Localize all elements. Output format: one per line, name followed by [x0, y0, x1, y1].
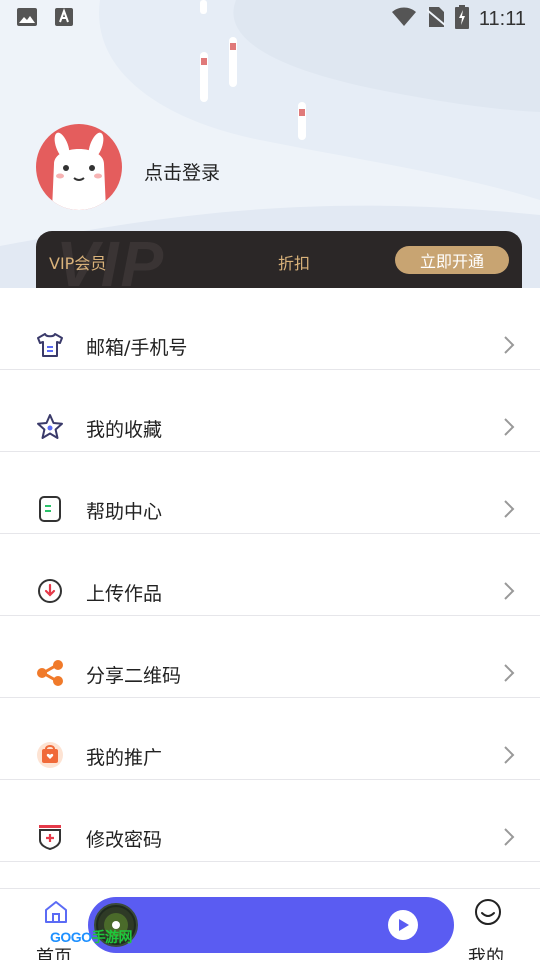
- play-icon: [399, 919, 409, 931]
- menu-item-help-center[interactable]: 帮助中心: [0, 452, 540, 534]
- chevron-right-icon: [504, 582, 515, 600]
- clock: 11:11: [478, 7, 526, 30]
- tab-mine[interactable]: 我的: [462, 897, 514, 960]
- no-sim-icon: [426, 6, 446, 32]
- promotion-bag-icon: [36, 741, 64, 769]
- image-icon: [16, 7, 38, 31]
- star-icon: [36, 413, 64, 441]
- watermark-text: GOGO: [50, 929, 92, 945]
- tab-mine-label: 我的: [468, 947, 504, 960]
- bottom-navigation: 首页 我的: [0, 888, 540, 960]
- home-icon: [45, 901, 67, 923]
- menu-item-my-promotion[interactable]: 我的推广: [0, 698, 540, 780]
- chevron-right-icon: [504, 336, 515, 354]
- chevron-right-icon: [504, 500, 515, 518]
- share-icon: [36, 659, 64, 687]
- activate-vip-button[interactable]: 立即开通: [395, 246, 509, 274]
- avatar[interactable]: [36, 124, 122, 210]
- chevron-right-icon: [504, 418, 515, 436]
- menu-item-label: 上传作品: [86, 583, 163, 605]
- status-bar: 11:11: [0, 0, 540, 36]
- site-watermark: GOGO手游网: [50, 927, 133, 947]
- chevron-right-icon: [504, 828, 515, 846]
- menu-item-upload-works[interactable]: 上传作品: [0, 534, 540, 616]
- vip-discount-label: 折扣: [278, 254, 311, 273]
- menu-item-share-qrcode[interactable]: 分享二维码: [0, 616, 540, 698]
- shield-plus-icon: [36, 823, 64, 851]
- alpaca-avatar-icon: [52, 132, 106, 210]
- menu-item-label: 我的收藏: [86, 419, 163, 441]
- chevron-right-icon: [504, 746, 515, 764]
- smiley-icon: [475, 899, 501, 925]
- battery-charging-icon: [454, 5, 469, 33]
- menu-item-email-phone[interactable]: 邮箱/手机号: [0, 288, 540, 370]
- download-circle-icon: [36, 577, 64, 605]
- menu-item-label: 修改密码: [86, 829, 163, 851]
- vip-label: VIP会员: [49, 254, 107, 273]
- play-button[interactable]: [388, 910, 418, 940]
- menu-item-label: 分享二维码: [86, 665, 182, 687]
- menu-item-label: 帮助中心: [86, 501, 163, 523]
- font-a-icon: [54, 7, 74, 31]
- menu-item-favorites[interactable]: 我的收藏: [0, 370, 540, 452]
- shirt-icon: [36, 331, 64, 359]
- vip-card[interactable]: VIP VIP会员 折扣 立即开通: [36, 231, 522, 288]
- chevron-right-icon: [504, 664, 515, 682]
- menu-item-label: 我的推广: [86, 747, 163, 769]
- watermark-suffix: 手游网: [91, 929, 133, 945]
- menu-item-label: 邮箱/手机号: [86, 337, 188, 359]
- mini-player[interactable]: [88, 897, 454, 953]
- login-link[interactable]: 点击登录: [144, 158, 220, 185]
- menu-item-change-password[interactable]: 修改密码: [0, 780, 540, 862]
- notebook-icon: [36, 495, 64, 523]
- wifi-icon: [391, 7, 417, 31]
